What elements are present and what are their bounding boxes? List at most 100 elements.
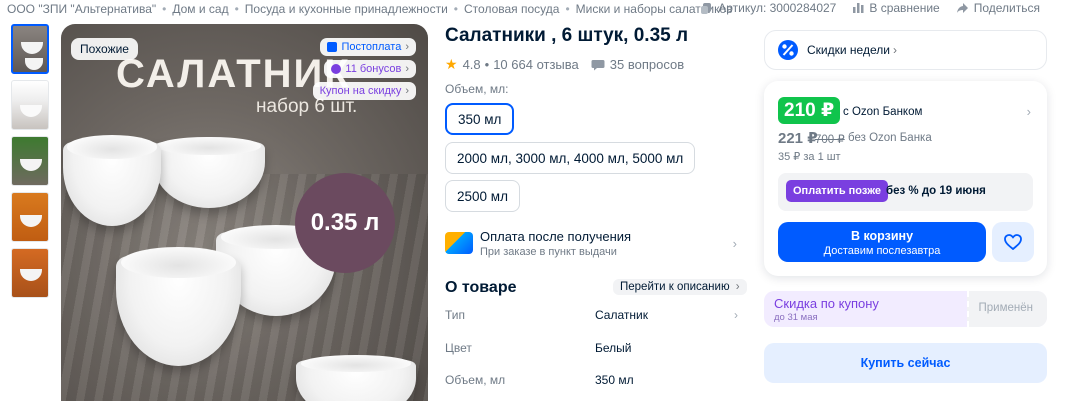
compare-icon	[853, 3, 864, 13]
header-actions: Артикул: 3000284027 В сравнение Поделить…	[684, 1, 1040, 15]
breadcrumb-item-kitchenware[interactable]: Посуда и кухонные принадлежности	[245, 2, 448, 16]
reviews-link[interactable]: 10 664 отзыва	[493, 57, 579, 72]
pay-later-button[interactable]: Оплатить позже	[786, 180, 888, 202]
rating-row: ★ 4.8 • 10 664 отзыва 35 вопросов	[445, 56, 684, 73]
product-title: Салатники , 6 штук, 0.35 л	[445, 25, 689, 46]
image-badges: Постоплата › 11 бонусов › Купон на скидк…	[312, 38, 416, 104]
postpay-badge[interactable]: Постоплата ›	[320, 38, 416, 56]
thumbnail-bowl	[20, 269, 42, 281]
compare-label: В сравнение	[869, 1, 940, 15]
characteristic-key: Тип	[445, 308, 466, 322]
about-title: О товаре	[445, 279, 517, 296]
breadcrumb-separator: •	[234, 2, 239, 16]
characteristic-key: Цвет	[445, 341, 472, 355]
rating-value: 4.8	[462, 57, 481, 72]
volume-label: Объем, мл:	[445, 82, 509, 96]
coupon-badge[interactable]: Купон на скидку ›	[312, 82, 416, 100]
postpay-icon	[327, 42, 338, 52]
no-bank-label: без Ozon Банка	[848, 132, 932, 144]
characteristic-value: 350 мл	[595, 373, 634, 387]
price-per-unit: 35 ₽ за 1 шт	[778, 151, 841, 163]
chevron-right-icon: ›	[405, 41, 409, 53]
chevron-right-icon: ›	[405, 85, 409, 97]
top-bar: ООО "ЗПИ "Альтернатива" • Дом и сад • По…	[0, 0, 1090, 18]
go-to-description-label: Перейти к описанию	[620, 281, 730, 293]
card-icon	[445, 232, 473, 254]
volume-option-multi[interactable]: 2000 мл, 3000 мл, 4000 мл, 5000 мл	[445, 142, 696, 174]
thumbnail-bowl	[20, 159, 42, 171]
star-icon: ★	[445, 56, 458, 72]
bowl-image	[296, 355, 416, 401]
characteristic-value: Белый	[595, 341, 632, 355]
favorite-button[interactable]	[992, 222, 1034, 262]
weekly-deals-label: Скидки недели	[807, 43, 890, 57]
coupon-discount[interactable]: Скидка по купону до 31 мая Применён	[764, 291, 1047, 327]
bowl-rim	[121, 247, 236, 278]
chat-icon	[591, 59, 605, 70]
thumbnail[interactable]	[11, 80, 49, 130]
volume-option-2500[interactable]: 2500 мл	[445, 180, 520, 212]
characteristic-row: Цвет Белый	[445, 341, 740, 363]
chevron-right-icon: ›	[734, 308, 738, 322]
breadcrumb-item-seller[interactable]: ООО "ЗПИ "Альтернатива"	[7, 2, 156, 16]
bowl-rim	[66, 135, 158, 159]
copy-icon	[701, 2, 712, 14]
thumbnail-bowl	[20, 105, 42, 117]
chevron-right-icon[interactable]: ›	[1027, 104, 1031, 119]
bowl-rim	[157, 136, 261, 156]
pay-later-text: без % до 19 июня	[886, 185, 986, 197]
characteristic-row: Объем, мл 350 мл	[445, 373, 740, 395]
bonus-icon	[331, 64, 342, 74]
chevron-right-icon: ›	[405, 63, 409, 75]
ozon-bank-label: с Ozon Банком	[843, 106, 923, 118]
weekly-deals-banner[interactable]: Скидки недели ›	[764, 30, 1047, 70]
volume-circle: 0.35 л	[295, 173, 395, 273]
pay-after-receipt[interactable]: Оплата после получения При заказе в пунк…	[445, 228, 739, 260]
breadcrumb-item-home-garden[interactable]: Дом и сад	[172, 2, 228, 16]
price-old: 700 ₽	[815, 134, 845, 146]
add-to-cart-label: В корзину	[850, 229, 914, 243]
chevron-right-icon: ›	[735, 281, 740, 293]
bonus-label: 11 бонусов	[345, 63, 402, 75]
thumbnail[interactable]	[11, 192, 49, 242]
add-to-cart-button[interactable]: В корзину Доставим послезавтра	[778, 222, 986, 262]
buy-now-button[interactable]: Купить сейчас	[764, 343, 1047, 383]
breadcrumb-item-tableware[interactable]: Столовая посуда	[464, 2, 559, 16]
article-label: Артикул: 3000284027	[718, 1, 837, 15]
rating-separator: •	[484, 57, 490, 72]
go-to-description-button[interactable]: Перейти к описанию ›	[613, 279, 747, 295]
characteristic-row[interactable]: Тип Салатник ›	[445, 308, 740, 330]
similar-button[interactable]: Похожие	[71, 38, 138, 60]
thumbnail[interactable]	[11, 24, 49, 74]
thumbnail[interactable]	[11, 248, 49, 298]
product-main-image[interactable]: САЛАТНИК набор 6 шт. 0.35 л Похожие Пост…	[61, 24, 428, 401]
postpay-label: Постоплата	[341, 41, 402, 53]
questions-link[interactable]: 35 вопросов	[591, 57, 684, 72]
coupon-applied-label: Применён	[978, 302, 1034, 314]
compare-button[interactable]: В сравнение	[852, 1, 940, 15]
chevron-right-icon: ›	[732, 236, 737, 251]
volume-option-350[interactable]: 350 мл	[445, 103, 515, 135]
share-label: Поделиться	[973, 1, 1040, 15]
price-card: 210 ₽ с Ozon Банком › 221 ₽ 700 ₽ без Oz…	[764, 81, 1047, 276]
thumbnail-bowl	[21, 42, 43, 54]
thumbnail-list	[11, 24, 49, 304]
characteristic-key: Объем, мл	[445, 373, 506, 387]
coupon-title: Скидка по купону	[774, 296, 879, 311]
coupon-badge-label: Купон на скидку	[319, 85, 402, 97]
breadcrumb: ООО "ЗПИ "Альтернатива" • Дом и сад • По…	[7, 2, 733, 16]
share-button[interactable]: Поделиться	[956, 1, 1040, 15]
chevron-right-icon: ›	[892, 43, 897, 57]
share-icon	[956, 3, 968, 13]
breadcrumb-separator: •	[162, 2, 167, 16]
breadcrumb-separator: •	[453, 2, 458, 16]
article-number[interactable]: Артикул: 3000284027	[700, 1, 836, 15]
price-ozon-bank: 210 ₽	[778, 97, 841, 124]
thumbnail[interactable]	[11, 136, 49, 186]
bowl-rim	[300, 355, 412, 372]
coupon-date: до 31 мая	[774, 312, 818, 323]
heart-icon	[1004, 234, 1022, 250]
pay-after-subtitle: При заказе в пункт выдачи	[480, 246, 617, 258]
pay-after-title: Оплата после получения	[480, 229, 632, 244]
bonus-badge[interactable]: 11 бонусов ›	[324, 60, 416, 78]
